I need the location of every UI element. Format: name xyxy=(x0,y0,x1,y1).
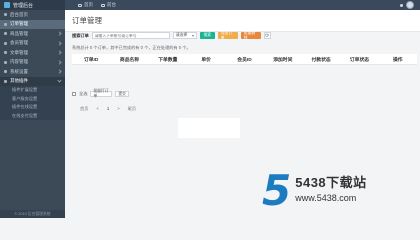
next-page-link[interactable]: > xyxy=(117,106,119,112)
prev-page-link[interactable]: < xyxy=(96,106,98,112)
watermark-title: 5438下载站 xyxy=(295,175,367,190)
column-header[interactable]: 操作 xyxy=(379,56,417,63)
batch-delete-button[interactable]: 批量删除 xyxy=(240,31,261,40)
folder-icon xyxy=(4,60,7,64)
home-link[interactable]: 首页 xyxy=(78,2,93,8)
page-header: 订单管理 xyxy=(65,10,420,32)
gear-icon xyxy=(4,70,7,74)
sidebar-item-orders[interactable]: 订单管理 xyxy=(0,19,65,29)
chevron-right-icon xyxy=(57,40,62,46)
box-icon xyxy=(4,32,7,36)
chevron-down-icon xyxy=(57,77,62,83)
monitor-icon xyxy=(101,3,105,7)
top-links: 首页 前台 xyxy=(78,0,116,10)
page-title: 订单管理 xyxy=(72,16,102,25)
chevron-right-icon xyxy=(57,69,62,74)
user-area xyxy=(400,1,414,9)
sidebar-subitem[interactable]: 插件扩展设置 xyxy=(0,86,65,95)
sidebar-item-dashboard[interactable]: 后台首页 xyxy=(0,10,65,20)
sidebar-item-articles[interactable]: 文章管理 xyxy=(0,48,65,58)
column-header[interactable]: 付款状态 xyxy=(302,56,340,63)
last-page-link[interactable]: 尾页 xyxy=(128,106,136,112)
puzzle-icon xyxy=(4,79,7,83)
pagination: 首页 < 1 > 尾页 xyxy=(80,106,136,112)
sidebar-item-members[interactable]: 会员管理 xyxy=(0,39,65,49)
list-icon xyxy=(4,22,7,26)
refresh-icon[interactable]: ⟳ xyxy=(263,32,271,39)
column-header[interactable]: 下单数量 xyxy=(149,56,187,63)
sidebar-item-settings[interactable]: 系统设置 xyxy=(0,67,65,77)
chevron-right-icon xyxy=(57,59,62,65)
sidebar-footer: © 2019 后台管理系统 xyxy=(0,210,65,218)
watermark: 5 5438下载站 www.5438.com xyxy=(262,166,367,215)
sidebar-subitem[interactable]: 客户服务设置 xyxy=(0,94,65,103)
search-input[interactable] xyxy=(91,32,170,39)
logo-icon xyxy=(4,2,10,8)
home-icon xyxy=(78,3,82,7)
notification-icon[interactable] xyxy=(400,3,403,7)
search-button[interactable]: 搜索 xyxy=(199,32,215,39)
status-select[interactable]: 请选择 xyxy=(172,32,197,39)
export-button[interactable]: 导出订单 xyxy=(217,31,238,40)
order-summary: 系统总计 0 个订单，其中已完成的有 0 个，正在处理的有 0 个。 xyxy=(72,45,191,50)
sidebar: 后台首页 订单管理 商品管理 会员管理 文章管理 内容管理 系统设置 其他插件 … xyxy=(0,10,65,218)
table-header: 订单ID 商品名称 下单数量 单价 会员ID 添加时间 付款状态 订单状态 操作 xyxy=(72,54,417,65)
user-icon xyxy=(4,41,7,45)
bulk-submit-button[interactable]: 提交 xyxy=(115,91,129,97)
search-toolbar: 搜索订单 请选择 搜索 导出订单 批量删除 ⟳ xyxy=(72,31,271,40)
watermark-text: 5438下载站 www.5438.com xyxy=(295,172,366,203)
first-page-link[interactable]: 首页 xyxy=(80,106,88,112)
orders-table: 订单ID 商品名称 下单数量 单价 会员ID 添加时间 付款状态 订单状态 操作 xyxy=(72,54,417,65)
bulk-action-select[interactable]: 批量打订单 xyxy=(90,89,113,98)
column-header[interactable]: 订单ID xyxy=(72,56,110,63)
bulk-actions: 全选 批量打订单 提交 xyxy=(72,89,129,98)
column-header[interactable]: 商品名称 xyxy=(110,56,148,63)
watermark-url: www.5438.com xyxy=(295,193,357,203)
select-all-checkbox[interactable] xyxy=(72,92,76,96)
main-content: 订单管理 xyxy=(65,10,420,218)
sidebar-item-plugins[interactable]: 其他插件 xyxy=(0,76,65,86)
watermark-logo: 5 xyxy=(262,166,292,215)
sidebar-subitem[interactable]: 在线支付设置 xyxy=(0,111,65,120)
sidebar-item-products[interactable]: 商品管理 xyxy=(0,29,65,39)
home-icon xyxy=(4,13,7,17)
column-header[interactable]: 会员ID xyxy=(225,56,263,63)
sidebar-item-content[interactable]: 内容管理 xyxy=(0,58,65,68)
avatar[interactable] xyxy=(406,1,414,9)
document-icon xyxy=(4,51,7,55)
select-all-label: 全选 xyxy=(79,91,88,96)
brand[interactable]: 管理后台 xyxy=(0,0,65,10)
empty-panel xyxy=(178,118,240,138)
sidebar-subitem[interactable]: 插件在线设置 xyxy=(0,103,65,112)
chevron-right-icon xyxy=(57,50,62,55)
top-bar: 管理后台 首页 前台 xyxy=(0,0,420,10)
column-header[interactable]: 订单状态 xyxy=(340,56,378,63)
chevron-right-icon xyxy=(57,31,62,36)
brand-title: 管理后台 xyxy=(13,2,34,9)
frontend-link[interactable]: 前台 xyxy=(101,2,116,8)
current-page[interactable]: 1 xyxy=(107,106,109,112)
search-label: 搜索订单 xyxy=(72,32,89,38)
column-header[interactable]: 单价 xyxy=(187,56,225,63)
column-header[interactable]: 添加时间 xyxy=(264,56,302,63)
